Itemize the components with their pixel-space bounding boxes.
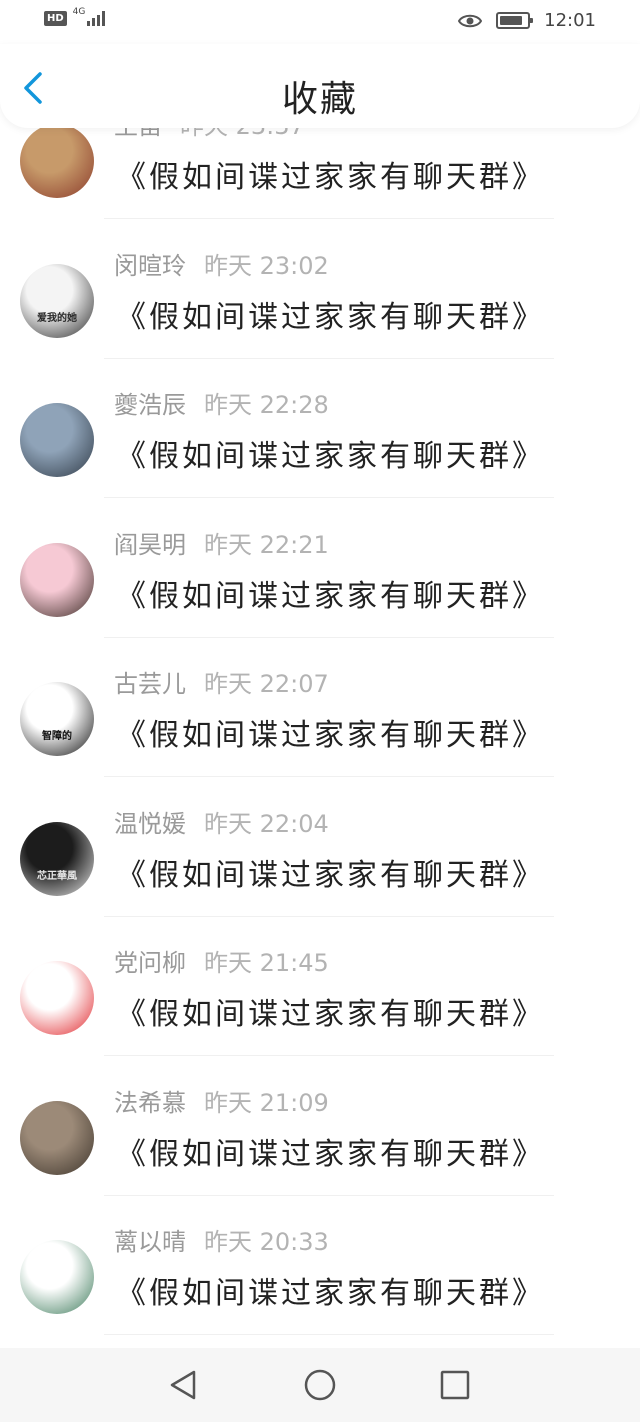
- item-meta: 蓠以晴 昨天 20:33: [114, 1222, 329, 1257]
- avatar-caption: 智障的: [42, 731, 72, 742]
- timestamp: 昨天 21:09: [204, 1088, 329, 1117]
- avatar[interactable]: [20, 124, 94, 198]
- system-nav-bar: [0, 1348, 640, 1422]
- avatar[interactable]: 芯正華風: [20, 821, 94, 896]
- favorite-item[interactable]: 爱我的她 闵暄玲 昨天 23:02 《假如间谍过家家有聊天群》: [0, 220, 640, 360]
- item-meta: 夔浩辰 昨天 22:28: [114, 385, 329, 420]
- avatar[interactable]: [20, 961, 94, 1035]
- favorite-item[interactable]: 阎昊明 昨天 22:21 《假如间谍过家家有聊天群》: [0, 499, 640, 639]
- timestamp: 昨天 22:28: [204, 391, 329, 419]
- message-text: 《假如间谍过家家有聊天群》: [116, 857, 545, 893]
- avatar-caption: 芯正華風: [37, 870, 77, 882]
- sender-name: 阎昊明: [114, 530, 186, 559]
- eye-icon: [458, 13, 483, 29]
- timestamp: 昨天 20:33: [204, 1228, 329, 1256]
- avatar[interactable]: [20, 542, 94, 617]
- timestamp: 昨天 22:04: [204, 809, 329, 838]
- triangle-back-icon[interactable]: [166, 1368, 200, 1402]
- message-text: 《假如间谍过家家有聊天群》: [116, 439, 545, 474]
- hd-badge: HD: [44, 10, 67, 26]
- battery-icon: [496, 12, 534, 29]
- sender-name: 夔浩辰: [114, 391, 186, 419]
- item-meta: 温悦媛 昨天 22:04: [114, 804, 329, 839]
- sender-name: 蓠以晴: [114, 1228, 186, 1256]
- item-meta: 古芸儿 昨天 22:07: [114, 664, 329, 699]
- timestamp: 昨天 23:02: [204, 251, 329, 280]
- message-text: 《假如间谍过家家有聊天群》: [116, 160, 545, 195]
- status-left: HD 4G: [44, 7, 106, 26]
- favorite-item[interactable]: 党问柳 昨天 21:45 《假如间谍过家家有聊天群》: [0, 917, 640, 1057]
- item-meta: 党问柳 昨天 21:45: [114, 943, 329, 978]
- favorite-item[interactable]: 芯正華風 温悦媛 昨天 22:04 《假如间谍过家家有聊天群》: [0, 778, 640, 918]
- avatar[interactable]: [20, 1240, 94, 1314]
- message-text: 《假如间谍过家家有聊天群》: [116, 578, 545, 614]
- message-text: 《假如间谍过家家有聊天群》: [116, 718, 545, 753]
- message-text: 《假如间谍过家家有聊天群》: [116, 1276, 545, 1311]
- timestamp: 昨天 22:21: [204, 530, 329, 559]
- sender-name: 古芸儿: [114, 670, 186, 698]
- avatar[interactable]: [20, 1100, 94, 1175]
- status-time: 12:01: [544, 10, 596, 31]
- divider: [104, 1334, 554, 1335]
- timestamp: 昨天 21:45: [204, 949, 329, 977]
- app-header: 收藏: [0, 44, 640, 128]
- item-meta: 阎昊明 昨天 22:21: [114, 525, 329, 560]
- sender-name: 温悦媛: [114, 809, 186, 838]
- favorite-item[interactable]: 夔浩辰 昨天 22:28 《假如间谍过家家有聊天群》: [0, 359, 640, 499]
- favorites-list[interactable]: 王笛昨天 23:37《假如间谍过家家有聊天群》爱我的她闵暄玲昨天 23:02《假…: [0, 96, 640, 1348]
- timestamp: 昨天 22:07: [204, 670, 329, 698]
- status-right: 12:01: [458, 10, 596, 31]
- avatar[interactable]: 爱我的她: [20, 263, 94, 338]
- message-text: 《假如间谍过家家有聊天群》: [116, 1136, 545, 1172]
- sender-name: 闵暄玲: [114, 251, 186, 280]
- square-recents-icon[interactable]: [438, 1368, 472, 1402]
- favorite-item[interactable]: 智障的 古芸儿 昨天 22:07 《假如间谍过家家有聊天群》: [0, 638, 640, 778]
- page-title: 收藏: [281, 79, 358, 120]
- message-text: 《假如间谍过家家有聊天群》: [116, 299, 545, 335]
- message-text: 《假如间谍过家家有聊天群》: [116, 997, 545, 1032]
- avatar[interactable]: [20, 403, 94, 477]
- status-bar: HD 4G 12:01: [0, 0, 640, 44]
- item-meta: 法希慕 昨天 21:09: [114, 1083, 329, 1118]
- network-type: 4G: [72, 7, 86, 17]
- sender-name: 党问柳: [114, 949, 186, 977]
- sender-name: 法希慕: [114, 1088, 186, 1117]
- avatar-caption: 爱我的她: [37, 312, 77, 324]
- signal-icon: [87, 10, 106, 26]
- favorite-item[interactable]: 蓠以晴 昨天 20:33 《假如间谍过家家有聊天群》: [0, 1196, 640, 1336]
- avatar[interactable]: 智障的: [20, 682, 94, 756]
- item-meta: 闵暄玲 昨天 23:02: [114, 246, 329, 281]
- favorite-item[interactable]: 法希慕 昨天 21:09 《假如间谍过家家有聊天群》: [0, 1057, 640, 1197]
- circle-home-icon[interactable]: [303, 1368, 337, 1402]
